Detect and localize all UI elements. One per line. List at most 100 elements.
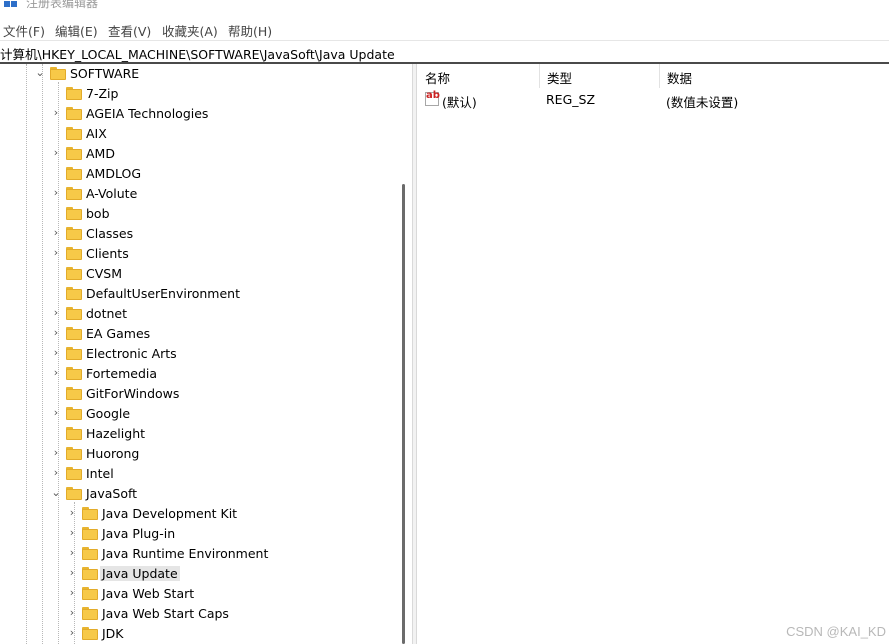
folder-icon: [66, 487, 82, 500]
tree-node-ea-games[interactable]: › EA Games: [0, 324, 396, 344]
tree-node-java-web-start-caps[interactable]: › Java Web Start Caps: [0, 604, 396, 624]
address-bar[interactable]: 计算机\HKEY_LOCAL_MACHINE\SOFTWARE\JavaSoft…: [0, 40, 889, 63]
tree-scrollbar-thumb[interactable]: [402, 184, 405, 644]
tree-node-fortemedia[interactable]: › Fortemedia: [0, 364, 396, 384]
tree-node-hazelight[interactable]: Hazelight: [0, 424, 396, 444]
tree-node-ageia[interactable]: › AGEIA Technologies: [0, 104, 396, 124]
chevron-right-icon[interactable]: ›: [50, 347, 62, 359]
folder-icon: [66, 207, 82, 220]
tree-node-gitforwindows[interactable]: GitForWindows: [0, 384, 396, 404]
title-bar: 注册表编辑器: [0, 0, 889, 18]
tree-node-defaultuserenvironment[interactable]: DefaultUserEnvironment: [0, 284, 396, 304]
tree-node-label: AMD: [86, 146, 115, 161]
folder-icon: [50, 67, 66, 80]
tree-node-label: Google: [86, 406, 131, 421]
chevron-right-icon[interactable]: ›: [50, 227, 62, 239]
regedit-app-icon: [4, 0, 18, 8]
pane-splitter[interactable]: [412, 64, 417, 644]
tree-node-jdk[interactable]: › JDK: [0, 624, 396, 644]
chevron-right-icon[interactable]: ›: [66, 607, 78, 619]
folder-icon: [66, 327, 82, 340]
key-tree[interactable]: ⌄ SOFTWARE 7-Zip › AGEIA Technologies AI…: [0, 64, 411, 644]
column-header-data[interactable]: 数据: [660, 64, 889, 88]
chevron-right-icon[interactable]: ›: [50, 187, 62, 199]
chevron-right-icon[interactable]: ›: [66, 547, 78, 559]
tree-node-dotnet[interactable]: › dotnet: [0, 304, 396, 324]
tree-node-java-web-start[interactable]: › Java Web Start: [0, 584, 396, 604]
window-title: 注册表编辑器: [26, 0, 99, 10]
chevron-right-icon[interactable]: ›: [66, 627, 78, 639]
tree-node-java-development-kit[interactable]: › Java Development Kit: [0, 504, 396, 524]
folder-icon: [66, 187, 82, 200]
chevron-right-icon[interactable]: ›: [50, 107, 62, 119]
menu-help[interactable]: 帮助(H): [228, 21, 272, 40]
chevron-right-icon[interactable]: ›: [50, 307, 62, 319]
menu-edit[interactable]: 编辑(E): [55, 21, 98, 40]
tree-node-label: 7-Zip: [86, 86, 119, 101]
tree-node-label: Electronic Arts: [86, 346, 177, 361]
folder-icon: [66, 367, 82, 380]
folder-icon: [66, 287, 82, 300]
menu-bar: 文件(F) 编辑(E) 查看(V) 收藏夹(A) 帮助(H): [0, 19, 889, 39]
tree-node-java-update[interactable]: › Java Update: [0, 564, 396, 584]
tree-node-software[interactable]: ⌄ SOFTWARE: [0, 64, 396, 84]
tree-node-javasoft[interactable]: ⌄ JavaSoft: [0, 484, 396, 504]
tree-node-electronic-arts[interactable]: › Electronic Arts: [0, 344, 396, 364]
tree-node-label: CVSM: [86, 266, 122, 281]
chevron-right-icon[interactable]: ›: [50, 147, 62, 159]
chevron-right-icon[interactable]: ›: [66, 527, 78, 539]
folder-icon: [82, 547, 98, 560]
tree-node-amdlog[interactable]: AMDLOG: [0, 164, 396, 184]
tree-node-label: Java Web Start Caps: [102, 606, 229, 621]
tree-node-label: AIX: [86, 126, 107, 141]
value-name: (默认): [442, 95, 477, 110]
tree-node-clients[interactable]: › Clients: [0, 244, 396, 264]
tree-node-google[interactable]: › Google: [0, 404, 396, 424]
tree-node-bob[interactable]: bob: [0, 204, 396, 224]
column-header-name[interactable]: 名称: [418, 64, 540, 88]
chevron-right-icon[interactable]: ›: [66, 507, 78, 519]
chevron-right-icon[interactable]: ›: [50, 447, 62, 459]
menu-favorites[interactable]: 收藏夹(A): [162, 21, 218, 40]
column-header-type[interactable]: 类型: [540, 64, 660, 88]
folder-icon: [66, 387, 82, 400]
tree-node-intel[interactable]: › Intel: [0, 464, 396, 484]
tree-node-7zip[interactable]: 7-Zip: [0, 84, 396, 104]
menu-file[interactable]: 文件(F): [3, 21, 45, 40]
folder-icon: [66, 347, 82, 360]
tree-node-aix[interactable]: AIX: [0, 124, 396, 144]
chevron-down-icon[interactable]: ⌄: [50, 487, 62, 499]
tree-node-huorong[interactable]: › Huorong: [0, 444, 396, 464]
tree-node-java-runtime-environment[interactable]: › Java Runtime Environment: [0, 544, 396, 564]
chevron-right-icon[interactable]: ›: [50, 247, 62, 259]
folder-icon: [66, 147, 82, 160]
column-header-label: 类型: [547, 71, 573, 86]
tree-node-label: Fortemedia: [86, 366, 158, 381]
tree-node-java-plug-in[interactable]: › Java Plug-in: [0, 524, 396, 544]
tree-node-label: Java Update: [100, 566, 180, 581]
tree-node-label: SOFTWARE: [70, 66, 140, 81]
folder-icon: [82, 567, 98, 580]
address-path[interactable]: 计算机\HKEY_LOCAL_MACHINE\SOFTWARE\JavaSoft…: [0, 44, 395, 63]
folder-icon: [66, 267, 82, 280]
tree-node-a-volute[interactable]: › A-Volute: [0, 184, 396, 204]
chevron-right-icon[interactable]: ›: [66, 587, 78, 599]
tree-node-amd[interactable]: › AMD: [0, 144, 396, 164]
chevron-down-icon[interactable]: ⌄: [34, 67, 46, 79]
table-row[interactable]: ab (默认) REG_SZ (数值未设置): [418, 89, 889, 110]
chevron-right-icon[interactable]: ›: [50, 327, 62, 339]
tree-node-label: Hazelight: [86, 426, 146, 441]
chevron-right-icon[interactable]: ›: [50, 367, 62, 379]
folder-icon: [66, 87, 82, 100]
chevron-right-icon[interactable]: ›: [50, 407, 62, 419]
chevron-right-icon[interactable]: ›: [50, 467, 62, 479]
folder-icon: [66, 227, 82, 240]
values-list[interactable]: 名称 类型 数据 ab (默认) REG_SZ (数值未设置): [418, 64, 889, 644]
chevron-right-icon[interactable]: ›: [66, 567, 78, 579]
folder-icon: [82, 527, 98, 540]
menu-view[interactable]: 查看(V): [108, 21, 151, 40]
tree-node-classes[interactable]: › Classes: [0, 224, 396, 244]
tree-node-cvsm[interactable]: CVSM: [0, 264, 396, 284]
tree-node-label: Classes: [86, 226, 134, 241]
column-header-label: 数据: [667, 71, 693, 86]
